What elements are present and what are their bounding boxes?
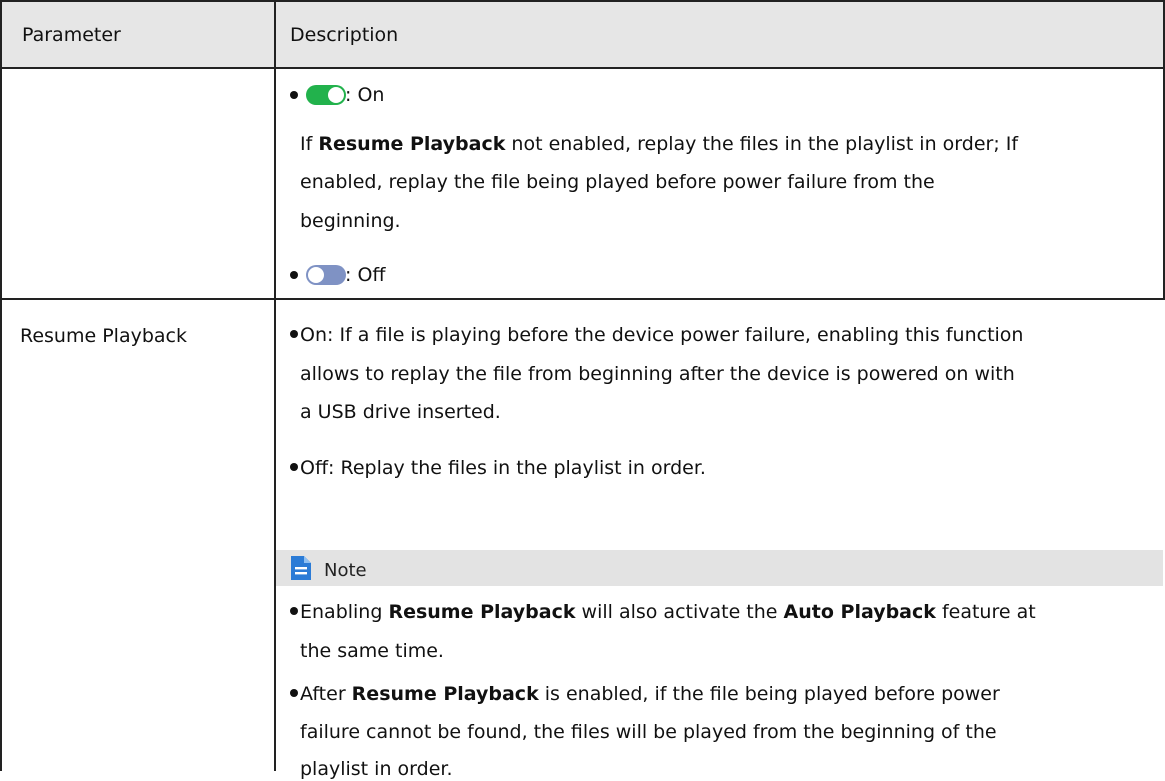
note-bullet2-line2: failure cannot be found, the files will … [300,721,997,743]
bullet-icon [290,607,298,615]
table-border-row [0,298,1165,300]
table-header-row: Parameter Description [2,2,1163,67]
table-border-header [0,67,1165,69]
bullet-icon [290,463,298,471]
note-bullet2-line3: playlist in order. [300,758,453,780]
bullet-icon [290,330,298,338]
parameter-table: Parameter Description : On If Resume Pla… [0,0,1165,780]
table-border-top [0,0,1165,2]
row1-text-line1: If Resume Playback not enabled, replay t… [300,133,1019,155]
toggle-on-label: : On [345,84,385,106]
bullet-icon [290,271,298,279]
toggle-off-label: : Off [345,264,386,286]
note-banner: Note [276,550,1163,586]
table-border-divider [274,0,276,771]
toggle-on-icon [306,85,346,105]
header-parameter: Parameter [22,24,121,46]
row1-text-line2: enabled, replay the file being played be… [300,171,935,193]
bullet-icon [290,689,298,697]
bullet-icon [290,91,298,99]
row2-bullet1-line3: a USB drive inserted. [300,401,501,423]
note-bullet1-line2: the same time. [300,640,444,662]
note-bullet2-line1: After Resume Playback is enabled, if the… [300,683,1000,705]
row2-bullet1-line1: On: If a file is playing before the devi… [300,324,1024,346]
note-document-icon [291,556,311,580]
toggle-off-icon [306,265,346,285]
row2-bullet2: Off: Replay the files in the playlist in… [300,457,706,479]
row2-parameter: Resume Playback [20,325,187,347]
row1-text-line3: beginning. [300,210,401,232]
note-label: Note [324,560,367,581]
table-border-left [0,0,2,771]
row2-bullet1-line2: allows to replay the file from beginning… [300,363,1015,385]
note-bullet1-line1: Enabling Resume Playback will also activ… [300,601,1036,623]
header-description: Description [290,24,399,46]
